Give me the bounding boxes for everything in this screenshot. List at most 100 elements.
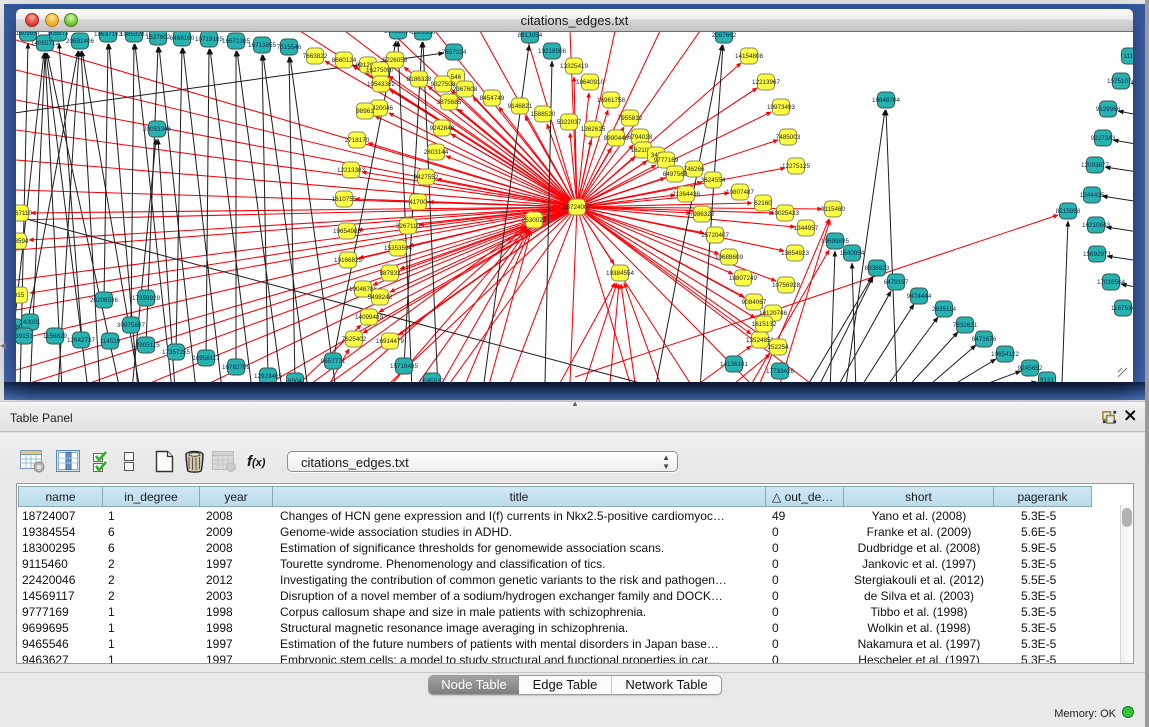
svg-text:143001: 143001 xyxy=(19,319,41,326)
svg-text:14136141: 14136141 xyxy=(720,361,749,368)
svg-text:5322037: 5322037 xyxy=(557,119,582,126)
svg-text:10807487: 10807487 xyxy=(726,189,755,196)
svg-text:16713855: 16713855 xyxy=(248,42,277,49)
svg-text:1244415: 1244415 xyxy=(1080,192,1105,199)
svg-text:18637193: 18637193 xyxy=(94,32,123,38)
svg-text:9427552: 9427552 xyxy=(414,174,439,181)
svg-text:12213967: 12213967 xyxy=(752,79,781,86)
svg-text:7986322: 7986322 xyxy=(690,211,715,218)
svg-text:114519: 114519 xyxy=(100,338,121,345)
svg-text:6466160: 6466160 xyxy=(170,35,195,42)
svg-text:887833: 887833 xyxy=(379,270,401,277)
svg-text:10719185: 10719185 xyxy=(195,36,224,43)
svg-text:7515546: 7515546 xyxy=(277,44,302,51)
svg-text:10699695: 10699695 xyxy=(821,238,850,245)
svg-text:9245652: 9245652 xyxy=(1018,365,1043,372)
svg-text:3267110: 3267110 xyxy=(16,210,33,217)
svg-text:18640910: 18640910 xyxy=(576,79,605,86)
svg-text:20691406: 20691406 xyxy=(66,38,95,45)
svg-text:2087662: 2087662 xyxy=(712,32,737,39)
svg-text:153594: 153594 xyxy=(16,238,29,245)
svg-text:12093877: 12093877 xyxy=(1081,162,1110,169)
svg-text:9245012: 9245012 xyxy=(420,378,445,382)
svg-text:17016504: 17016504 xyxy=(1097,279,1126,286)
svg-text:9657771: 9657771 xyxy=(321,358,346,365)
svg-text:9227343: 9227343 xyxy=(1091,135,1116,142)
svg-text:17733426: 17733426 xyxy=(766,368,795,375)
svg-text:6794028: 6794028 xyxy=(628,134,653,141)
svg-text:62160: 62160 xyxy=(754,200,772,207)
svg-text:15751074: 15751074 xyxy=(1107,78,1133,85)
svg-text:1156829: 1156829 xyxy=(43,333,68,340)
svg-text:12942737: 12942737 xyxy=(67,337,96,344)
svg-text:13654923: 13654923 xyxy=(781,250,810,257)
svg-text:1609557: 1609557 xyxy=(16,32,41,37)
svg-text:12275125: 12275125 xyxy=(782,163,811,170)
svg-text:9146821: 9146821 xyxy=(508,103,533,110)
svg-text:21364436: 21364436 xyxy=(672,191,701,198)
svg-text:1588520: 1588520 xyxy=(531,111,556,118)
svg-text:7857224: 7857224 xyxy=(442,49,467,56)
svg-text:17359928: 17359928 xyxy=(132,295,161,302)
svg-text:9474444: 9474444 xyxy=(907,293,932,300)
svg-text:16914479: 16914479 xyxy=(376,338,405,345)
svg-text:19166825: 19166825 xyxy=(334,257,363,264)
svg-text:9084067: 9084067 xyxy=(742,299,767,306)
svg-text:20053346: 20053346 xyxy=(143,126,172,133)
svg-text:2935114: 2935114 xyxy=(932,306,957,313)
svg-text:8471676: 8471676 xyxy=(972,336,997,343)
svg-text:7632621: 7632621 xyxy=(953,322,978,329)
svg-text:3624554: 3624554 xyxy=(701,177,726,184)
svg-text:16210643: 16210643 xyxy=(1082,222,1111,229)
svg-text:10025433: 10025433 xyxy=(771,210,800,217)
svg-text:10654122: 10654122 xyxy=(991,351,1020,358)
svg-text:10543382: 10543382 xyxy=(367,81,396,88)
svg-text:7485003: 7485003 xyxy=(776,134,801,141)
svg-text:7663822: 7663822 xyxy=(303,53,328,60)
svg-text:19654985: 19654985 xyxy=(333,228,362,235)
svg-text:1527602: 1527602 xyxy=(146,34,171,41)
svg-text:1610755: 1610755 xyxy=(332,196,357,203)
svg-text:8660124: 8660124 xyxy=(332,57,357,64)
svg-text:10688609: 10688609 xyxy=(715,254,744,261)
svg-text:7625402: 7625402 xyxy=(342,336,367,343)
svg-text:14099489: 14099489 xyxy=(355,314,384,321)
svg-text:9115460: 9115460 xyxy=(821,206,846,213)
svg-text:10973493: 10973493 xyxy=(767,104,796,111)
svg-text:16671385: 16671385 xyxy=(222,38,251,45)
svg-text:1640954: 1640954 xyxy=(840,250,865,257)
svg-text:2803144: 2803144 xyxy=(424,149,449,156)
svg-text:3267110: 3267110 xyxy=(396,223,421,230)
svg-text:2367608: 2367608 xyxy=(453,86,478,93)
svg-text:19218506: 19218506 xyxy=(538,48,567,55)
svg-text:8813054: 8813054 xyxy=(518,32,543,39)
svg-text:905573: 905573 xyxy=(47,32,69,37)
svg-text:16782759: 16782759 xyxy=(222,364,251,371)
svg-text:1615132: 1615132 xyxy=(752,321,777,328)
svg-text:18807249: 18807249 xyxy=(729,275,758,282)
svg-text:9131: 9131 xyxy=(1040,377,1055,382)
svg-text:16033809: 16033809 xyxy=(384,32,413,35)
svg-text:8215958: 8215958 xyxy=(1056,208,1081,215)
svg-text:15720407: 15720407 xyxy=(701,232,730,239)
svg-text:30975887: 30975887 xyxy=(117,322,146,329)
svg-text:9129966: 9129966 xyxy=(1096,106,1121,113)
svg-text:9242848: 9242848 xyxy=(430,125,455,132)
svg-text:98961: 98961 xyxy=(356,108,374,115)
svg-text:12923465: 12923465 xyxy=(254,373,283,380)
svg-text:8938923: 8938923 xyxy=(865,265,890,272)
svg-text:12905115: 12905115 xyxy=(132,342,160,349)
svg-text:41700: 41700 xyxy=(409,199,427,206)
svg-text:1167534: 1167534 xyxy=(1111,305,1133,312)
svg-text:9777169: 9777169 xyxy=(654,157,679,164)
svg-text:1117: 1117 xyxy=(1123,53,1133,60)
svg-text:10853287: 10853287 xyxy=(120,32,149,38)
svg-text:15716485: 15716485 xyxy=(390,363,419,370)
svg-text:14154808: 14154808 xyxy=(735,53,764,60)
svg-text:20206536: 20206536 xyxy=(90,297,119,304)
svg-text:10958117: 10958117 xyxy=(192,355,220,362)
svg-text:2718170: 2718170 xyxy=(345,137,370,144)
svg-text:12213383: 12213383 xyxy=(337,167,366,174)
svg-text:915: 915 xyxy=(16,292,25,299)
svg-text:252254: 252254 xyxy=(767,344,789,351)
